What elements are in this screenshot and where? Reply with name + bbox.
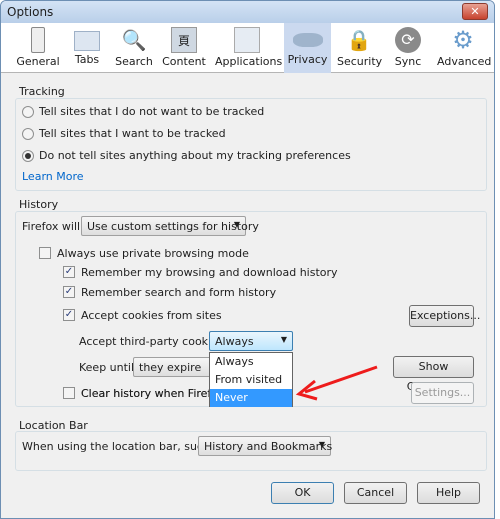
radio-label: Do not tell sites anything about my trac… [39,149,351,162]
checkbox-label: Remember my browsing and download histor… [81,266,338,279]
tab-privacy[interactable]: Privacy [284,23,331,73]
third-party-cookies-select[interactable]: Always ▼ [209,331,293,351]
tab-label: Applications [215,55,283,68]
tab-label: Search [115,55,153,68]
accept-cookies-checkbox[interactable]: ✓ [63,309,75,321]
chevron-down-icon: ▼ [318,440,325,449]
checkbox-label: Always use private browsing mode [57,247,249,260]
cancel-button[interactable]: Cancel [344,482,407,504]
keep-until-select[interactable]: they expire [133,357,213,377]
remember-search-checkbox[interactable]: ✓ [63,286,75,298]
exceptions-button[interactable]: Exceptions... [409,305,480,327]
sync-icon: ⟳ [395,27,421,53]
option-never[interactable]: Never [210,389,292,407]
history-mode-select[interactable]: Use custom settings for history ▼ [81,216,259,236]
preferences-toolbar: General Tabs 🔍 Search 頁 Content Applicatio… [1,23,494,73]
padlock-icon: 🔒 [346,28,372,52]
tab-label: Sync [394,55,422,68]
third-party-label: Accept third-party cookies: [79,335,228,348]
title-bar: Options ✕ [1,1,494,23]
tab-label: Security [337,55,383,68]
tab-label: General [16,55,60,68]
help-button[interactable]: Help [417,482,480,504]
tab-content[interactable]: 頁 Content [161,23,207,73]
chevron-down-icon: ▼ [280,335,287,344]
select-value: History and Bookmarks [204,440,333,453]
content-images-icon: 頁 [171,27,197,53]
select-value: Always [215,335,254,348]
option-always[interactable]: Always [210,353,292,371]
settings-button: Settings... [411,382,474,404]
tab-label: Content [162,55,206,68]
option-from-visited[interactable]: From visited [210,371,292,389]
radio-do-not-track[interactable] [22,106,34,118]
show-cookies-button[interactable]: Show Cookies... [393,356,474,393]
tab-tabs[interactable]: Tabs [67,23,107,73]
radio-no-preference[interactable] [22,150,34,162]
checkbox-label: Remember search and form history [81,286,277,299]
window-title: Options [7,5,54,19]
chevron-down-icon: ▼ [233,220,240,229]
tab-applications[interactable]: Applications [215,23,283,73]
remember-browsing-checkbox[interactable]: ✓ [63,266,75,278]
folder-tabs-icon [74,31,100,51]
radio-label: Tell sites that I do not want to be trac… [39,105,265,118]
private-browsing-checkbox[interactable] [39,247,51,259]
keep-until-label: Keep until: [79,361,138,374]
red-arrow-annotation [295,365,378,401]
magnifier-icon: 🔍 [121,28,147,52]
tab-label: Advanced [437,55,492,68]
tab-label: Privacy [287,53,328,66]
learn-more-link[interactable]: Learn More [22,170,84,183]
suggest-select[interactable]: History and Bookmarks ▼ [198,436,333,456]
third-party-dropdown-list: Always From visited Never [209,352,293,407]
tab-general[interactable]: General [15,23,61,73]
mask-icon [292,33,323,47]
radio-label: Tell sites that I want to be tracked [39,127,226,140]
tab-advanced[interactable]: ⚙ Advanced [437,23,492,73]
tab-sync[interactable]: ⟳ Sync [389,23,427,73]
tracking-group-label: Tracking [19,85,65,98]
arrow-shaft [304,365,378,394]
firefox-will-label: Firefox will: [22,220,84,233]
clear-history-checkbox[interactable] [63,387,75,399]
radio-track[interactable] [22,128,34,140]
applications-icon [234,27,260,53]
tab-security[interactable]: 🔒 Security [337,23,383,73]
clear-history-label-visible-part: Clear history when Firefox clo [81,387,209,400]
close-icon[interactable]: ✕ [462,3,488,20]
ok-button[interactable]: OK [271,482,334,504]
tab-search[interactable]: 🔍 Search [113,23,155,73]
options-dialog: Options ✕ General Tabs 🔍 Search 頁 Content … [0,0,495,519]
gear-icon: ⚙ [452,26,474,54]
tab-label: Tabs [74,53,100,66]
history-group-label: History [19,198,59,211]
checkbox-label: Accept cookies from sites [81,309,222,322]
switch-icon [31,27,45,53]
select-value: they expire [139,361,202,374]
